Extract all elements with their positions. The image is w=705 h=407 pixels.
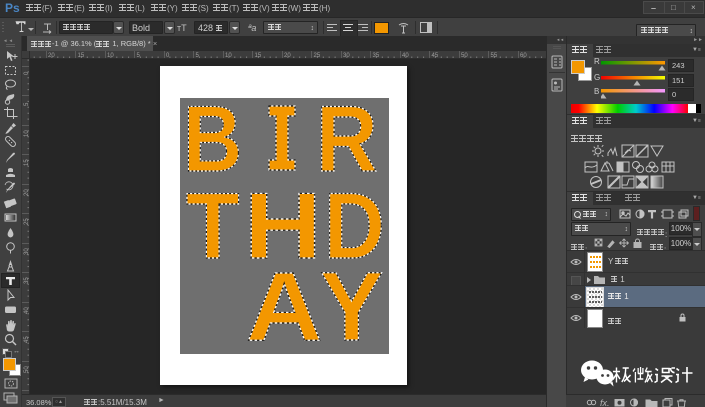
svg-text:A: A xyxy=(246,252,323,361)
svg-text:T: T xyxy=(186,173,240,278)
svg-text:fx.: fx. xyxy=(600,398,610,407)
svg-text:Y: Y xyxy=(320,252,383,361)
